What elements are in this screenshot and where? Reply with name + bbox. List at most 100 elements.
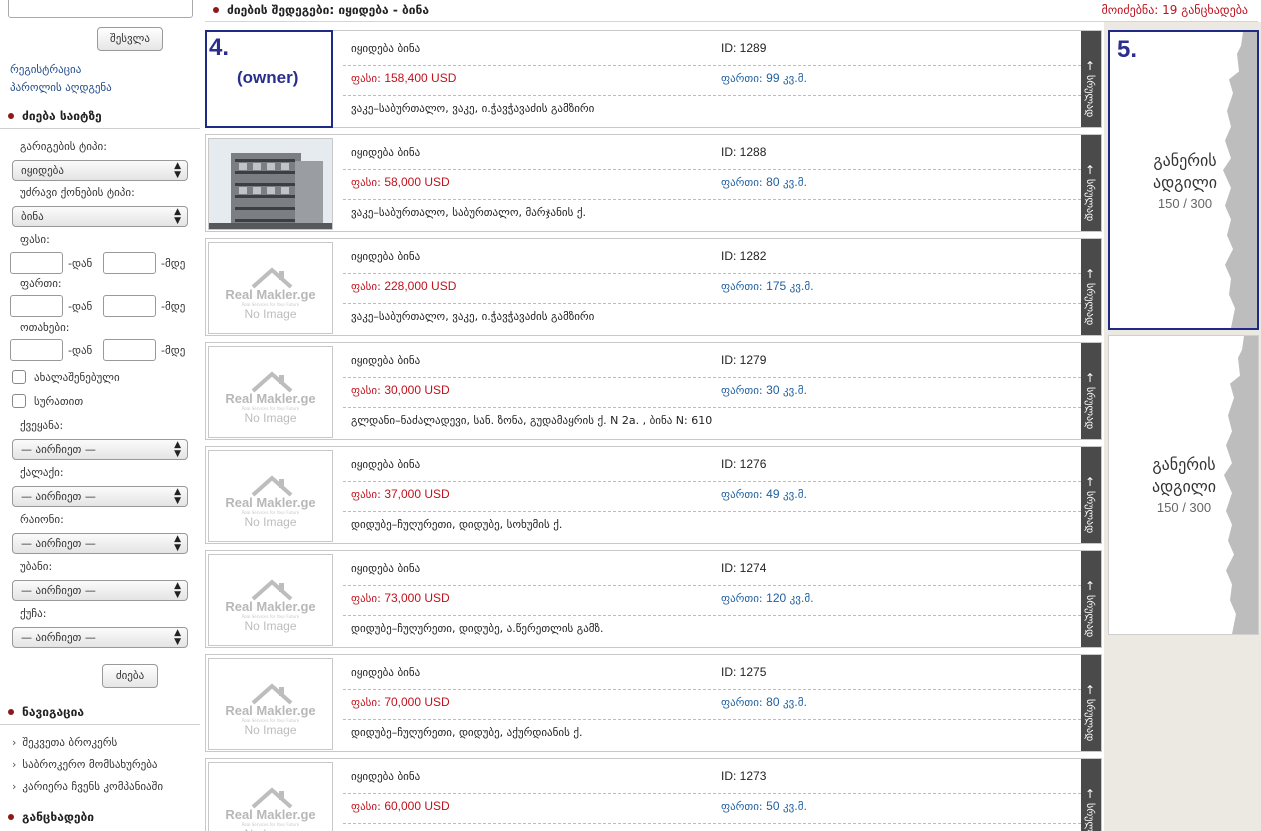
listing-thumbnail[interactable]: Real Makler.ge Real Services for Your Fut… bbox=[208, 762, 333, 831]
listing-row[interactable]: იყიდება ბინა ID: 1288 ფასი: 58,000 USD ფართ… bbox=[205, 134, 1102, 232]
divider bbox=[343, 407, 1081, 408]
listing-thumbnail[interactable]: Real Makler.ge Real Services for Your Fut… bbox=[208, 554, 333, 646]
banner-size: 150 / 300 bbox=[1157, 196, 1213, 211]
listing-price: ფასი: 228,000 USD bbox=[351, 279, 456, 293]
banner-slot-5[interactable]: 5. განერის ადგილი 150 / 300 bbox=[1108, 30, 1259, 330]
with-photo-label: სურათით bbox=[34, 395, 84, 408]
city-select[interactable]: — აირჩიეთ — ▲ ▼ bbox=[12, 486, 188, 507]
price-label: ფასი: bbox=[351, 592, 381, 605]
subdistrict-select[interactable]: — აირჩიეთ — ▲ ▼ bbox=[12, 580, 188, 601]
brand-watermark: Real Makler.ge bbox=[225, 807, 316, 822]
search-section-title: ძიება საიტზე bbox=[22, 109, 102, 123]
price-value: 60,000 USD bbox=[384, 799, 450, 813]
listing-type[interactable]: იყიდება ბინა bbox=[351, 146, 420, 159]
district-value: — აირჩიეთ — bbox=[21, 537, 96, 550]
listing-row[interactable]: Real Makler.ge Real Services for Your Fut… bbox=[205, 446, 1102, 544]
area-to-input[interactable] bbox=[103, 295, 156, 317]
price-value: 228,000 USD bbox=[384, 279, 457, 293]
area-unit: კვ.მ. bbox=[783, 176, 807, 189]
listing-type[interactable]: იყიდება ბინა bbox=[351, 562, 420, 575]
listing-id: ID: 1274 bbox=[721, 561, 767, 575]
details-button[interactable]: ↑ სრულად bbox=[1081, 135, 1101, 231]
price-from-text: -დან bbox=[68, 257, 93, 270]
details-button[interactable]: ↑ სრულად bbox=[1081, 655, 1101, 751]
new-building-checkbox[interactable] bbox=[12, 370, 26, 384]
details-button[interactable]: ↑ სრულად bbox=[1081, 551, 1101, 647]
listing-row[interactable]: 4. (owner) იყიდება ბინა ID: 1289 ფასი: 158,4… bbox=[205, 30, 1102, 128]
details-label: სრულად bbox=[1084, 491, 1095, 534]
deal-type-select[interactable]: იყიდება ▲ ▼ bbox=[12, 160, 188, 181]
details-label: სრულად bbox=[1084, 75, 1095, 118]
nav-item-label: შეკვეთა ბროკერს bbox=[22, 736, 118, 749]
chevron-right-icon: › bbox=[12, 736, 17, 749]
listing-row[interactable]: Real Makler.ge Real Services for Your Fut… bbox=[205, 342, 1102, 440]
listing-row[interactable]: Real Makler.ge Real Services for Your Fut… bbox=[205, 654, 1102, 752]
details-button[interactable]: ↑ სრულად bbox=[1081, 759, 1101, 831]
nav-item-career[interactable]: › კარიერა ჩვენს კომპანიაში bbox=[12, 780, 163, 793]
listing-address: ვაკე–საბურთალო, ვაკე, ი.ჭავჭავაძის გამზი… bbox=[351, 310, 595, 323]
listing-area: ფართი: 99 კვ.მ. bbox=[721, 71, 807, 85]
divider bbox=[343, 273, 1081, 274]
nav-item-broker-order[interactable]: › შეკვეთა ბროკერს bbox=[12, 736, 117, 749]
arrow-up-icon: ↑ bbox=[1085, 59, 1096, 73]
house-icon bbox=[251, 787, 293, 809]
no-image-placeholder: Real Makler.ge Real Services for Your Fut… bbox=[209, 243, 332, 333]
search-section-header: ძიება საიტზე bbox=[0, 103, 200, 129]
area-label: ფართი: bbox=[721, 800, 763, 813]
banner-slot-6[interactable]: განერის ადგილი 150 / 300 bbox=[1108, 335, 1259, 635]
price-value: 30,000 USD bbox=[384, 383, 450, 397]
price-to-input[interactable] bbox=[103, 252, 156, 274]
listing-type[interactable]: იყიდება ბინა bbox=[351, 42, 420, 55]
price-value: 37,000 USD bbox=[384, 487, 450, 501]
with-photo-checkbox[interactable] bbox=[12, 394, 26, 408]
login-button[interactable]: შესვლა bbox=[97, 27, 163, 51]
search-button[interactable]: ძიება bbox=[102, 664, 158, 688]
rooms-to-input[interactable] bbox=[103, 339, 156, 361]
listing-photo[interactable] bbox=[208, 138, 333, 230]
area-to-text: -მდე bbox=[161, 300, 186, 313]
price-label: ფასი: bbox=[351, 280, 381, 293]
listing-thumbnail[interactable]: Real Makler.ge Real Services for Your Fut… bbox=[208, 242, 333, 334]
chevron-right-icon: › bbox=[12, 780, 17, 793]
price-from-input[interactable] bbox=[10, 252, 63, 274]
area-unit: კვ.მ. bbox=[783, 72, 807, 85]
listing-thumbnail[interactable]: Real Makler.ge Real Services for Your Fut… bbox=[208, 346, 333, 438]
details-button[interactable]: ↑ სრულად bbox=[1081, 343, 1101, 439]
building-photo bbox=[209, 139, 332, 229]
area-label: ფართი: bbox=[721, 384, 763, 397]
property-type-value: ბინა bbox=[21, 210, 44, 223]
listing-type[interactable]: იყიდება ბინა bbox=[351, 458, 420, 471]
listing-type[interactable]: იყიდება ბინა bbox=[351, 250, 420, 263]
street-select[interactable]: — აირჩიეთ — ▲ ▼ bbox=[12, 627, 188, 648]
price-to-text: -მდე bbox=[161, 257, 186, 270]
details-button[interactable]: ↑ სრულად bbox=[1081, 31, 1101, 127]
owner-label: (owner) bbox=[237, 68, 299, 87]
owner-thumbnail[interactable]: 4. (owner) bbox=[205, 30, 333, 128]
listing-type[interactable]: იყიდება ბინა bbox=[351, 666, 420, 679]
recover-password-link[interactable]: პაროლის აღდგენა bbox=[10, 81, 112, 94]
navigation-section-header: ნავიგაცია bbox=[0, 699, 200, 725]
rooms-from-input[interactable] bbox=[10, 339, 63, 361]
area-from-input[interactable] bbox=[10, 295, 63, 317]
property-type-select[interactable]: ბინა ▲ ▼ bbox=[12, 206, 188, 227]
price-label: ფასი: bbox=[20, 233, 50, 246]
district-label: რაიონი: bbox=[20, 513, 64, 526]
listing-row[interactable]: Real Makler.ge Real Services for Your Fut… bbox=[205, 758, 1102, 831]
divider bbox=[343, 793, 1081, 794]
listing-row[interactable]: Real Makler.ge Real Services for Your Fut… bbox=[205, 550, 1102, 648]
details-button[interactable]: ↑ სრულად bbox=[1081, 447, 1101, 543]
listing-type[interactable]: იყიდება ბინა bbox=[351, 770, 420, 783]
district-select[interactable]: — აირჩიეთ — ▲ ▼ bbox=[12, 533, 188, 554]
login-input[interactable] bbox=[8, 0, 193, 18]
listing-thumbnail[interactable]: Real Makler.ge Real Services for Your Fut… bbox=[208, 658, 333, 750]
area-label: ფართი: bbox=[20, 277, 62, 290]
listing-type[interactable]: იყიდება ბინა bbox=[351, 354, 420, 367]
nav-item-brokerage-service[interactable]: › საბროკერო მომსახურება bbox=[12, 758, 158, 771]
area-label: ფართი: bbox=[721, 280, 763, 293]
listing-row[interactable]: Real Makler.ge Real Services for Your Fut… bbox=[205, 238, 1102, 336]
banner-size: 150 / 300 bbox=[1156, 500, 1212, 515]
details-button[interactable]: ↑ სრულად bbox=[1081, 239, 1101, 335]
listing-thumbnail[interactable]: Real Makler.ge Real Services for Your Fut… bbox=[208, 450, 333, 542]
country-select[interactable]: — აირჩიეთ — ▲ ▼ bbox=[12, 439, 188, 460]
register-link[interactable]: რეგისტრაცია bbox=[10, 63, 81, 76]
